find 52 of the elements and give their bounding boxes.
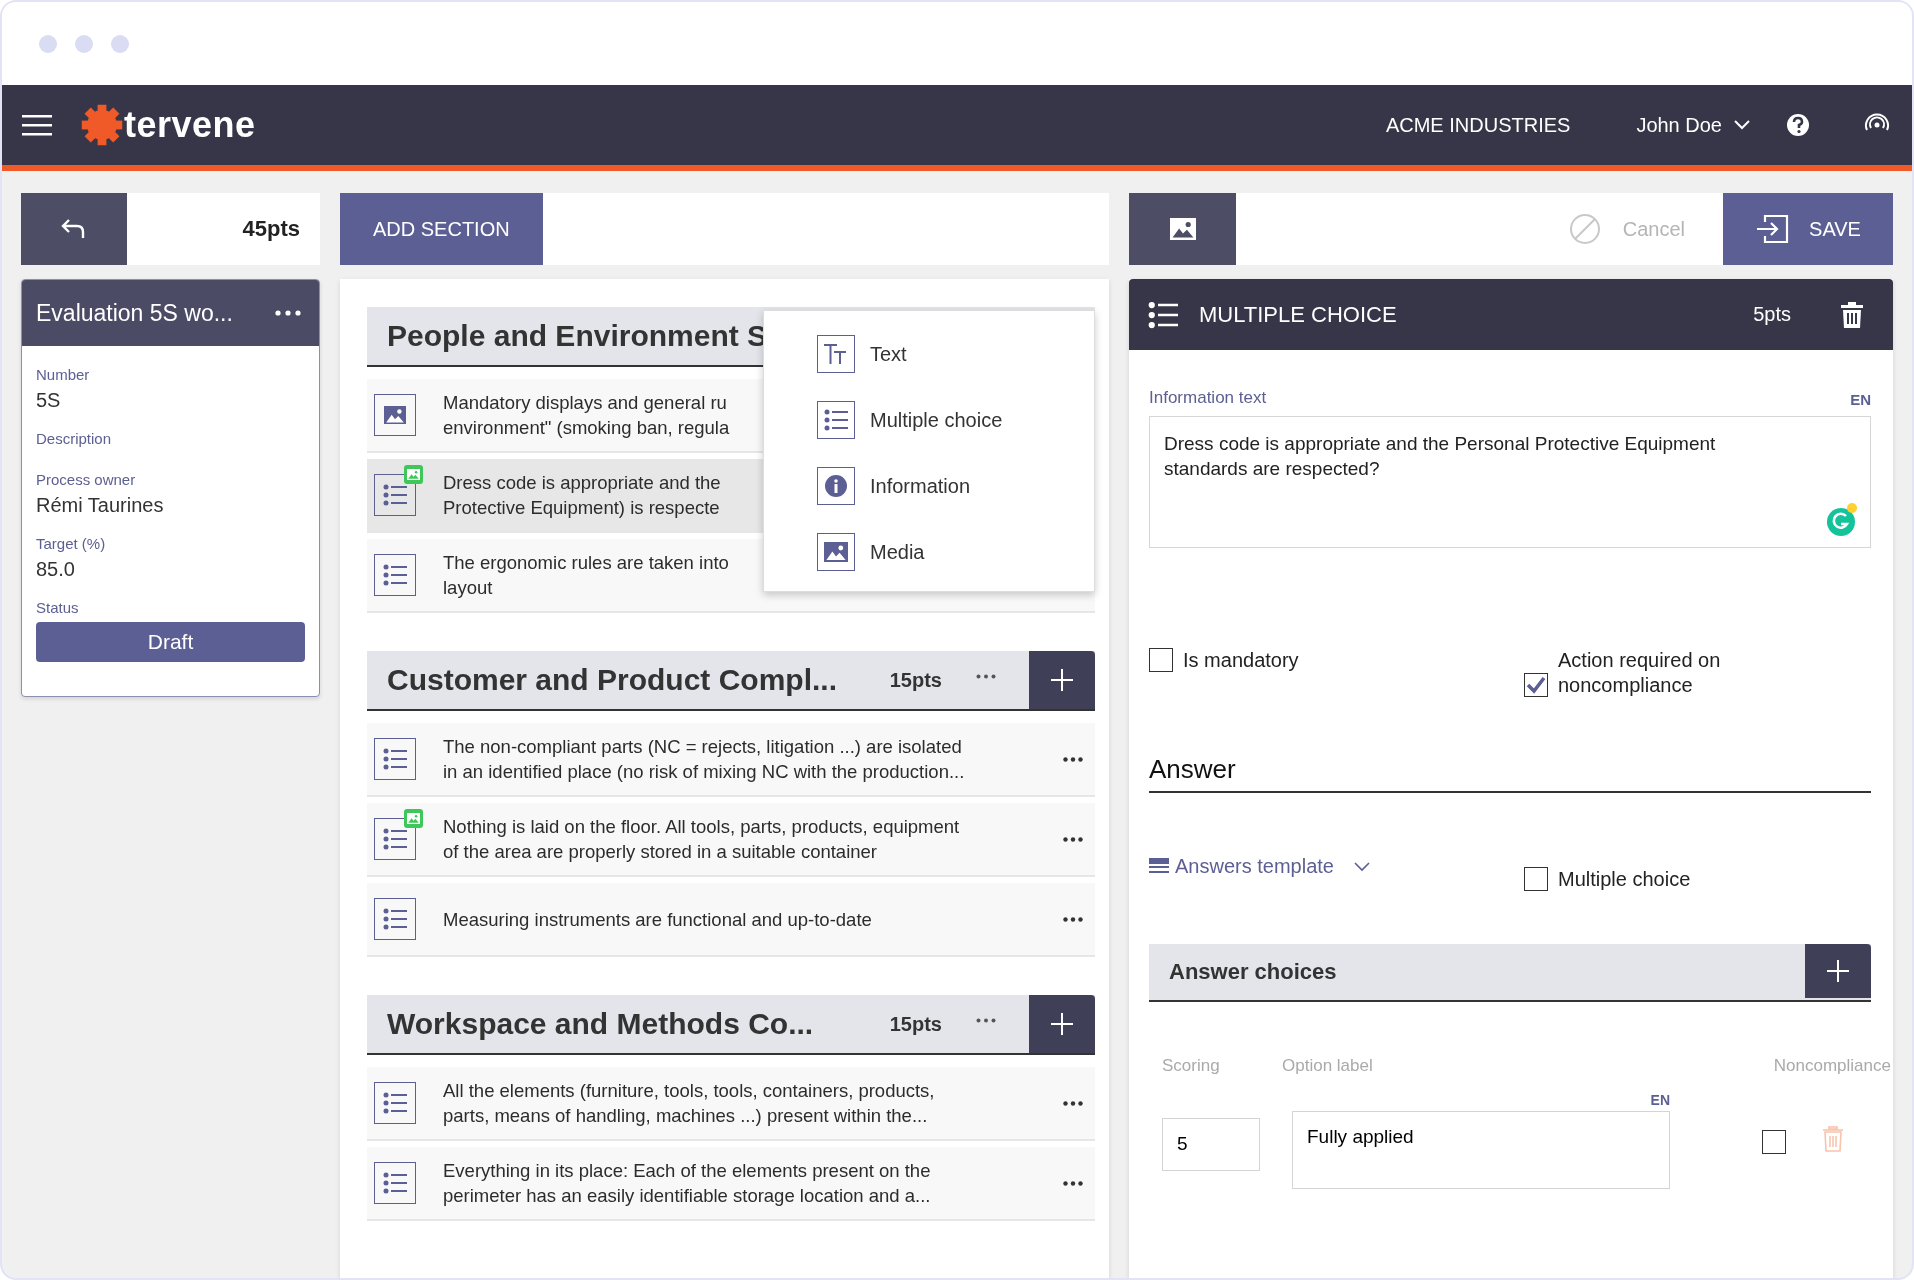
question-item[interactable]: All the elements (furniture, tools, tools, containers, products, parts, means of handling, machines ...) present within the... [367, 1067, 1095, 1141]
question-text: All the elements (furniture, tools, tools, containers, products, parts, means of handling, machines ...) present within the... [443, 1079, 935, 1128]
field-label: Information text [1149, 388, 1267, 408]
field-value: Rémi Taurines [36, 494, 164, 517]
column-header: Noncompliance [1773, 1056, 1891, 1076]
score-field[interactable]: 5 [1162, 1118, 1260, 1171]
question-text: Everything in its place: Each of the elements present on the perimeter has an easily identifiable storage location and a... [443, 1159, 931, 1208]
question-text: Mandatory displays and general ru environment" (smoking ban, regula [443, 391, 730, 440]
option-label-field[interactable]: Fully applied [1292, 1111, 1670, 1189]
question-item[interactable]: Everything in its place: Each of the elements present on the perimeter has an easily identifiable storage location and a... [367, 1147, 1095, 1221]
question-text: The ergonomic rules are taken into layout [443, 551, 729, 600]
section-title: Workspace and Methods Co... [387, 1007, 815, 1041]
section-title: Answer choices [1169, 959, 1338, 985]
field-label: Description [36, 430, 112, 447]
question-item[interactable]: Measuring instruments are functional and up-to-date [367, 883, 1095, 957]
field-label: Process owner [36, 471, 136, 488]
field-value: 5S [36, 389, 61, 412]
question-text: The non-compliant parts (NC = rejects, litigation ...) are isolated in an identified place (no risk of mixing NC with the production... [443, 735, 965, 784]
field-value: Dress code is appropriate and the Personal Protective Equipment standards are respected? [1164, 432, 1717, 481]
question-text: Dress code is appropriate and the Protective Equipment) is respecte [443, 471, 721, 520]
checkbox-label: Action required on noncompliance [1558, 648, 1722, 698]
language-tag: EN [1650, 1092, 1670, 1108]
question-points: 5pts [1753, 303, 1791, 326]
field-label: Number [36, 366, 90, 383]
question-type: MULTIPLE CHOICE [1199, 301, 1397, 328]
question-item[interactable]: The non-compliant parts (NC = rejects, litigation ...) are isolated in an identified place (no risk of mixing NC with the production... [367, 723, 1095, 797]
column-header: Option label [1282, 1056, 1374, 1076]
checkbox-label: Is mandatory [1183, 648, 1299, 673]
field-label: Target (%) [36, 535, 106, 552]
section-heading: Answer [1149, 754, 1871, 793]
checkbox-label: Multiple choice [1558, 867, 1691, 892]
question-item[interactable]: Nothing is laid on the floor. All tools, parts, products, equipment of the area are properly stored in a suitable container [367, 803, 1095, 877]
template-dropdown[interactable]: Answers template [1149, 855, 1524, 878]
menu-item[interactable]: Multiple choice [764, 387, 1094, 453]
section-title: Customer and Product Compl... [387, 663, 839, 697]
language-tag: EN [1850, 391, 1871, 408]
column-header: Scoring [1162, 1056, 1221, 1076]
status-button[interactable]: Draft [36, 622, 305, 662]
company-name: ACME INDUSTRIES [1385, 113, 1571, 137]
add-section-button[interactable]: ADD SECTION [340, 193, 543, 265]
evaluation-title: Evaluation 5S wo... [36, 299, 233, 327]
field-value: 85.0 [36, 558, 75, 581]
user-menu[interactable]: John Doe [1636, 113, 1750, 137]
question-text: Measuring instruments are functional and up-to-date [443, 907, 872, 932]
field-label: Status [36, 599, 79, 616]
save-button[interactable]: SAVE [1723, 193, 1893, 265]
section-points: 15pts [889, 668, 942, 692]
section-points: 15pts [889, 1012, 942, 1036]
brand-name: tervene [124, 104, 256, 146]
total-points: 45pts [242, 216, 300, 242]
information-text-field[interactable]: Dress code is appropriate and the Personal Protective Equipment standards are respected? [1149, 416, 1871, 548]
question-text: Nothing is laid on the floor. All tools, parts, products, equipment of the area are properly stored in a suitable container [443, 815, 960, 864]
